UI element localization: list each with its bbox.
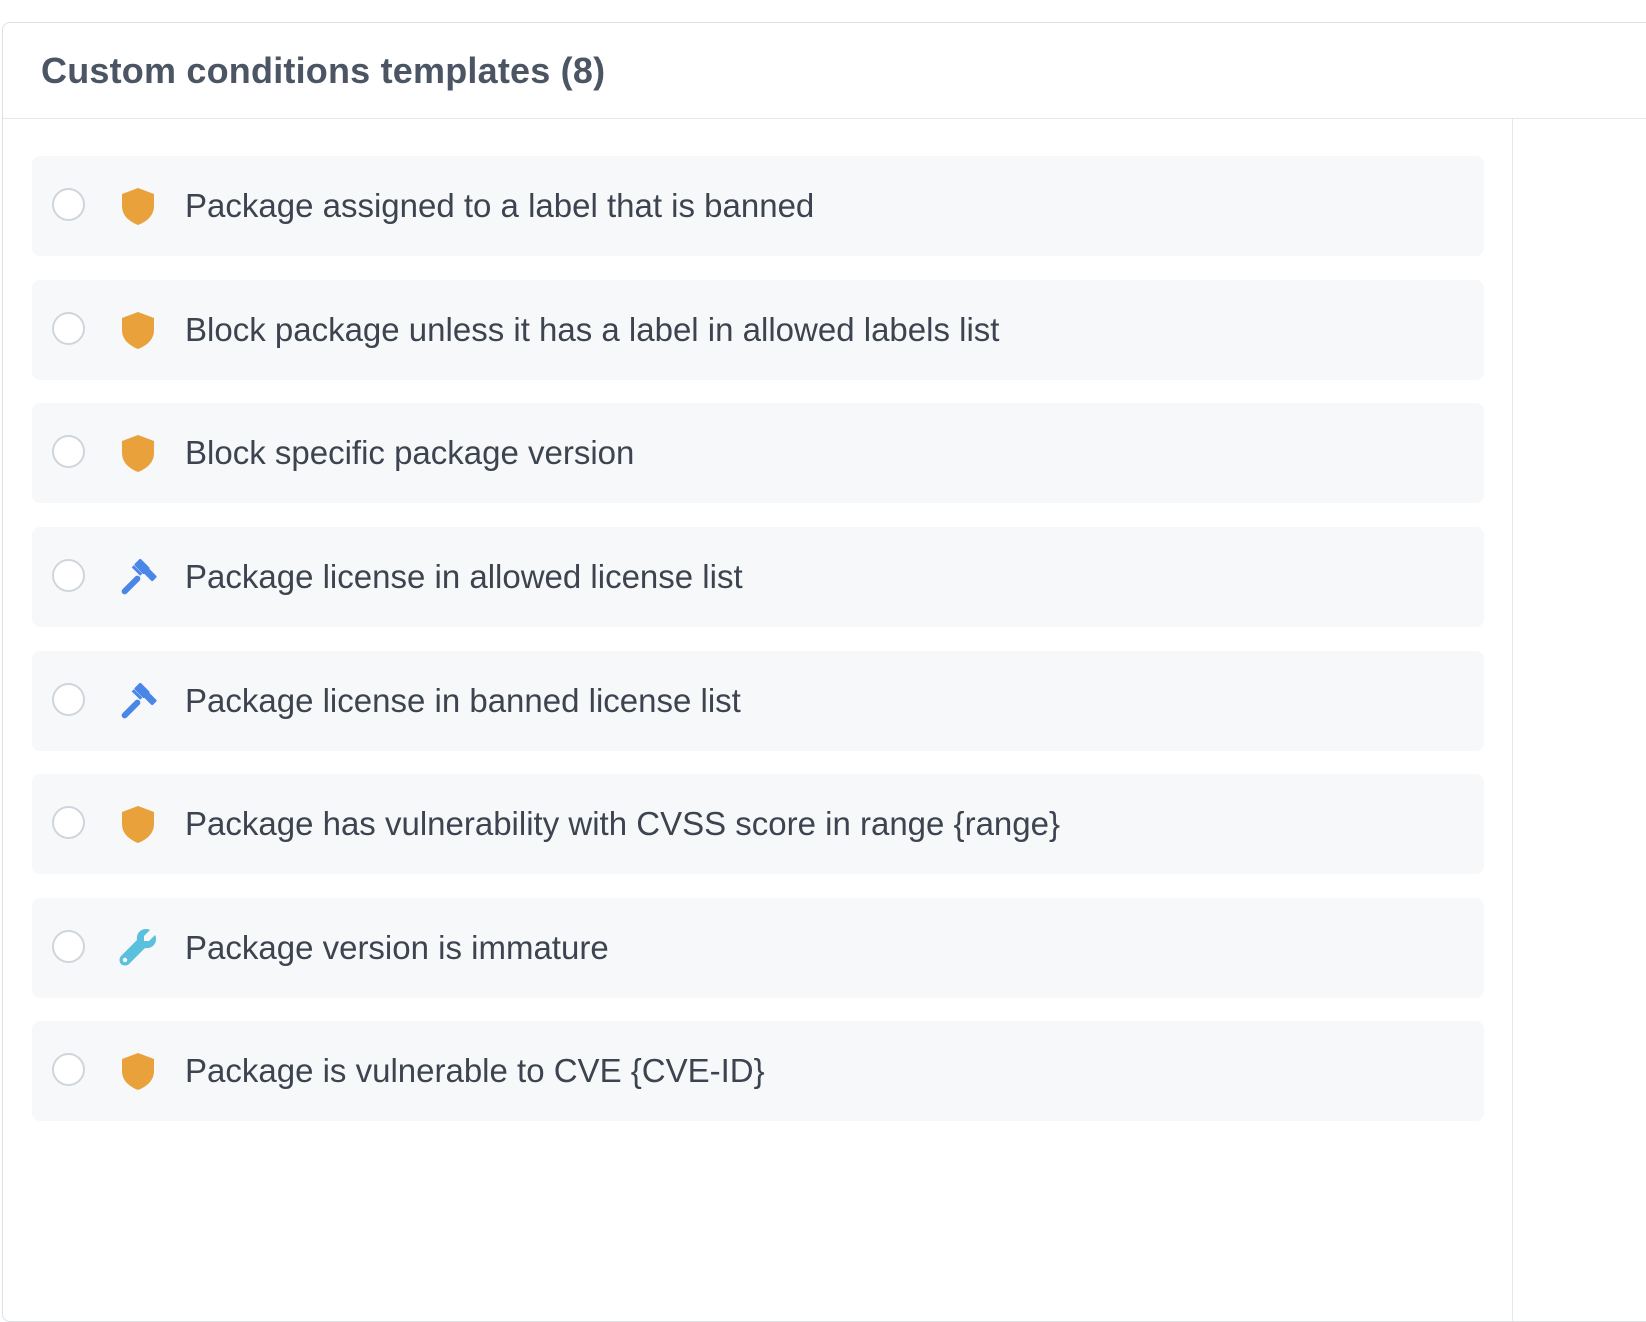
template-item[interactable]: Package version is immature	[32, 898, 1484, 998]
template-label: Package assigned to a label that is bann…	[185, 187, 815, 224]
templates-list: Package assigned to a label that is bann…	[3, 119, 1513, 1321]
radio-button[interactable]	[52, 435, 85, 468]
radio-button[interactable]	[52, 312, 85, 345]
shield-icon	[116, 184, 160, 228]
template-item[interactable]: Block package unless it has a label in a…	[32, 280, 1484, 380]
radio-button[interactable]	[52, 930, 85, 963]
template-item[interactable]: Package license in allowed license list	[32, 527, 1484, 627]
template-label: Package license in allowed license list	[185, 558, 743, 595]
template-item[interactable]: Package is vulnerable to CVE {CVE-ID}	[32, 1021, 1484, 1121]
gavel-icon	[116, 679, 160, 723]
template-label: Package is vulnerable to CVE {CVE-ID}	[185, 1052, 765, 1089]
template-item[interactable]: Package assigned to a label that is bann…	[32, 156, 1484, 256]
shield-icon	[116, 1049, 160, 1093]
radio-button[interactable]	[52, 806, 85, 839]
radio-button[interactable]	[52, 188, 85, 221]
radio-button[interactable]	[52, 559, 85, 592]
template-label: Package has vulnerability with CVSS scor…	[185, 805, 1060, 842]
panel-title: Custom conditions templates (8)	[41, 49, 606, 91]
wrench-icon	[116, 926, 160, 970]
shield-icon	[116, 802, 160, 846]
template-label: Block specific package version	[185, 434, 635, 471]
gavel-icon	[116, 555, 160, 599]
template-label: Package license in banned license list	[185, 682, 741, 719]
template-item[interactable]: Block specific package version	[32, 403, 1484, 503]
shield-icon	[116, 308, 160, 352]
template-item[interactable]: Package has vulnerability with CVSS scor…	[32, 774, 1484, 874]
custom-conditions-panel: Custom conditions templates (8) Package …	[2, 22, 1646, 1322]
template-label: Block package unless it has a label in a…	[185, 311, 1000, 348]
radio-button[interactable]	[52, 1053, 85, 1086]
template-item[interactable]: Package license in banned license list	[32, 651, 1484, 751]
shield-icon	[116, 431, 160, 475]
template-label: Package version is immature	[185, 929, 609, 966]
radio-button[interactable]	[52, 683, 85, 716]
panel-header: Custom conditions templates (8)	[3, 23, 1646, 119]
